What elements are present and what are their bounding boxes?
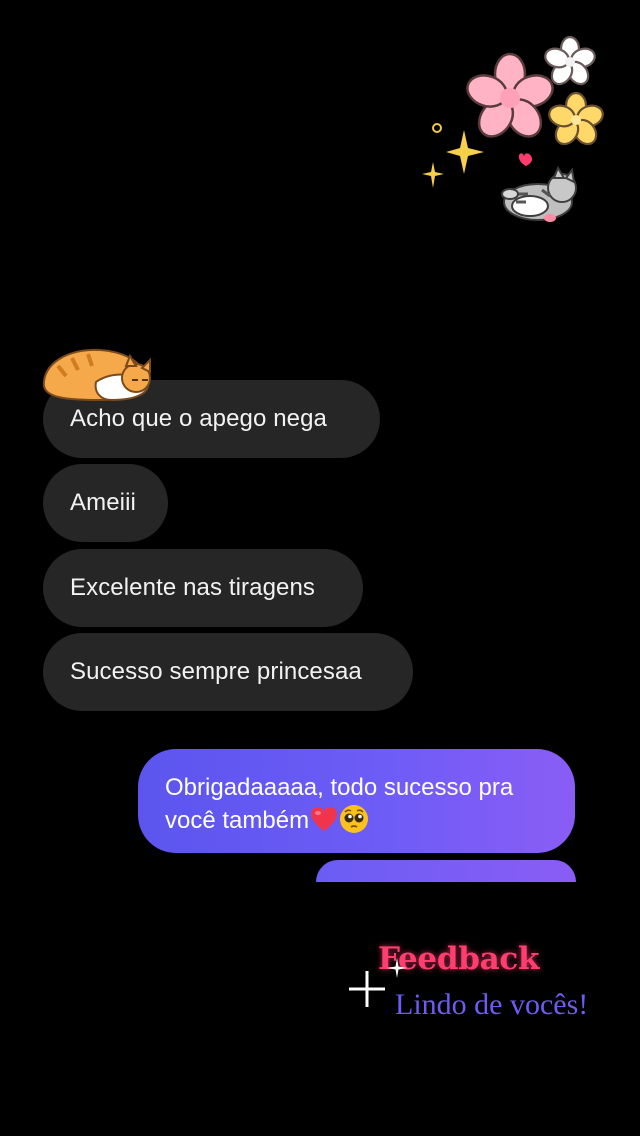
feedback-subtitle: Lindo de vocês! [395,988,589,1021]
pleading-face-icon [340,805,369,833]
message-text-line1: Obrigadaaaaa, todo sucesso pra [165,774,514,801]
message-text: Sucesso sempre princesaa [70,658,362,685]
small-sparkle-icon [387,958,407,978]
received-message-bubble[interactable]: Sucesso sempre princesaa [43,633,413,711]
red-heart-icon [311,807,338,831]
sent-message-bubble-partial[interactable] [316,860,576,882]
falling-cat-sticker-icon [501,153,577,222]
received-message-bubble[interactable]: Ameiii [43,464,168,542]
sparkles-icon [422,123,484,188]
sleeping-cat-sticker-icon [42,348,151,402]
message-text-line2: você também [165,807,310,834]
received-message-bubble[interactable]: Excelente nas tiragens [43,549,363,627]
message-text: Acho que o apego nega [70,405,327,432]
sent-message-bubble[interactable]: Obrigadaaaaa, todo sucesso pra você tamb… [138,749,575,853]
message-text: Ameiii [70,489,136,516]
message-text: Excelente nas tiragens [70,574,316,601]
